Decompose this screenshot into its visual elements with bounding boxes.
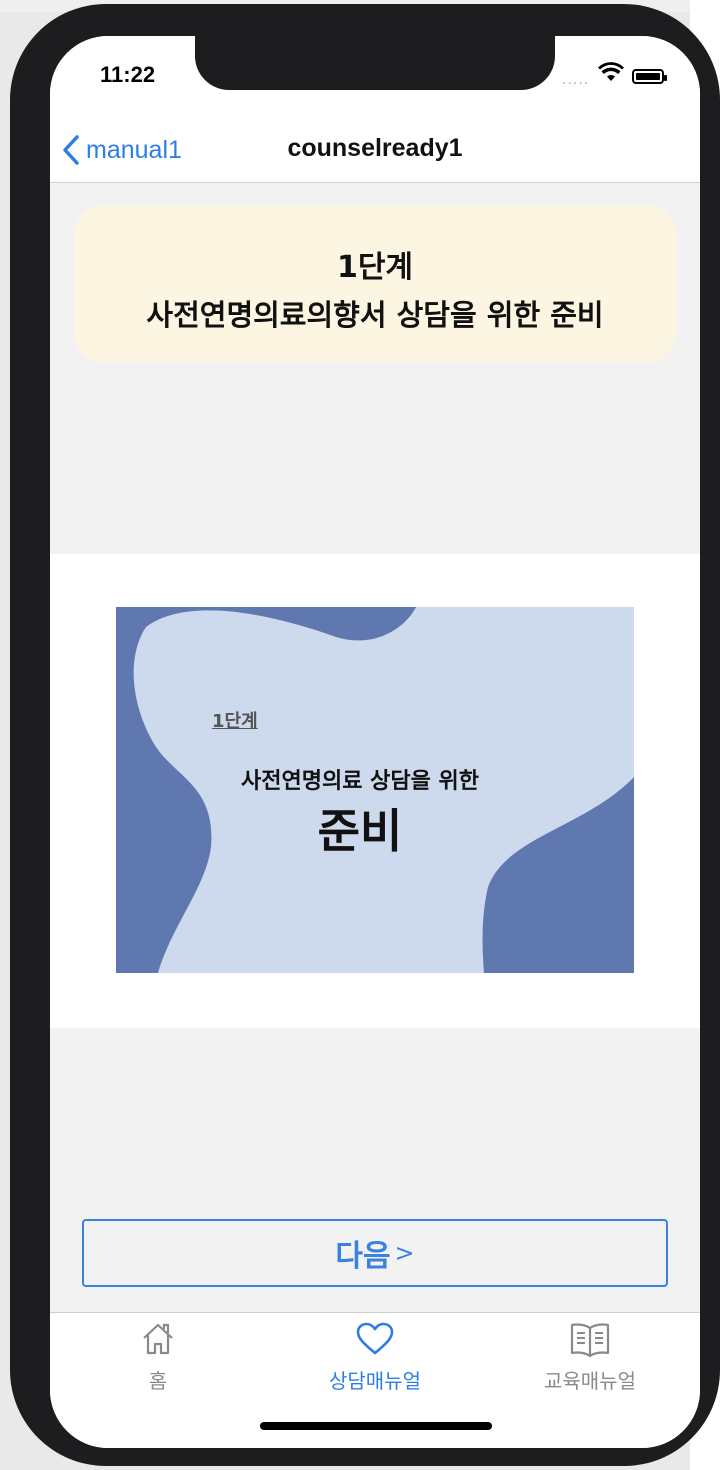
tab-home[interactable]: 홈: [78, 1319, 238, 1394]
slide-image: 1단계 사전연명의료 상담을 위한 준비: [116, 607, 634, 973]
house-icon: [78, 1319, 238, 1359]
slide-title: 준비: [317, 804, 403, 858]
next-button[interactable]: 다음 >: [82, 1219, 668, 1287]
slide-subtitle: 사전연명의료 상담을 위한: [241, 769, 479, 794]
book-icon: [510, 1319, 670, 1359]
slide-step-label: 1단계: [212, 711, 258, 732]
tab-education-manual-label: 교육매뉴얼: [544, 1369, 636, 1393]
step-header-card: 1단계 사전연명의료의향서 상담을 위한 준비: [74, 206, 676, 362]
page-title: counselready1: [50, 134, 700, 163]
page-title-text: counselready1: [287, 134, 463, 162]
tab-counsel-manual-label: 상담매뉴얼: [329, 1369, 421, 1393]
tab-home-label: 홈: [148, 1369, 168, 1393]
chevron-right-icon: >: [394, 1239, 415, 1267]
heart-icon: [295, 1319, 455, 1359]
status-time: 11:22: [100, 62, 156, 87]
navigation-bar: manual1 counselready1: [50, 120, 700, 183]
next-button-label: 다음: [335, 1239, 391, 1274]
step-title: 사전연명의료의향서 상담을 위한 준비: [146, 298, 604, 332]
wifi-icon: [598, 62, 624, 86]
phone-screen: 11:22 ..... manual1 counselready1 1단계 사전…: [50, 36, 700, 1448]
tab-education-manual[interactable]: 교육매뉴얼: [510, 1319, 670, 1394]
slide-image-panel: 1단계 사전연명의료 상담을 위한 준비: [50, 554, 700, 1028]
step-label: 1단계: [336, 250, 414, 285]
tab-counsel-manual[interactable]: 상담매뉴얼: [295, 1319, 455, 1394]
cellular-signal-icon: .....: [562, 72, 590, 88]
battery-icon: [632, 69, 667, 84]
phone-frame: 11:22 ..... manual1 counselready1 1단계 사전…: [10, 4, 720, 1466]
home-indicator[interactable]: [260, 1422, 492, 1430]
device-notch: [195, 36, 555, 90]
